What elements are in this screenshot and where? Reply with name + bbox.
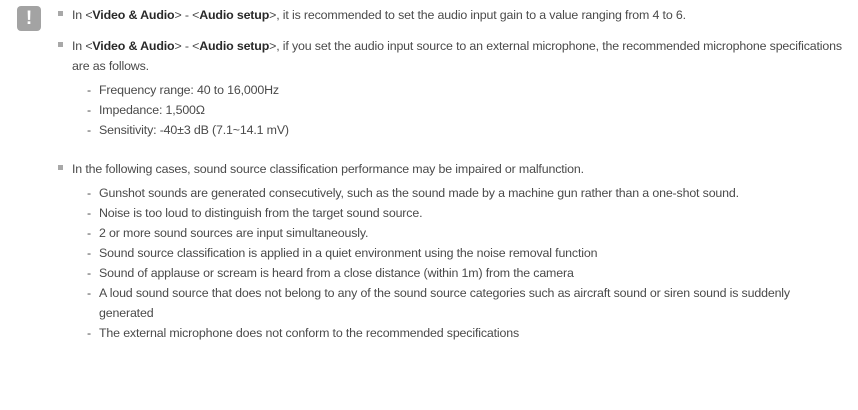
bullet-text: In <Video & Audio> - <Audio setup>, it i… — [72, 8, 686, 22]
menu-path-audio-setup: Audio setup — [199, 8, 270, 22]
list-item: In the following cases, sound source cla… — [57, 159, 847, 343]
sub-item: Sound of applause or scream is heard fro… — [87, 263, 847, 283]
menu-path-audio-setup: Audio setup — [199, 39, 270, 53]
mic-spec-list: Frequency range: 40 to 16,000Hz Impedanc… — [72, 80, 847, 140]
bullet-text: In the following cases, sound source cla… — [72, 162, 584, 176]
list-item: In <Video & Audio> - <Audio setup>, if y… — [57, 36, 847, 140]
sub-item: The external microphone does not conform… — [87, 323, 847, 343]
sub-item: Sound source classification is applied i… — [87, 243, 847, 263]
menu-path-video-audio: Video & Audio — [92, 8, 175, 22]
list-item: In <Video & Audio> - <Audio setup>, it i… — [57, 5, 686, 25]
sub-item: Impedance: 1,500Ω — [87, 100, 847, 120]
sub-item: A loud sound source that does not belong… — [87, 283, 847, 323]
sub-item: Noise is too loud to distinguish from th… — [87, 203, 847, 223]
sub-item: 2 or more sound sources are input simult… — [87, 223, 847, 243]
sub-item: Sensitivity: -40±3 dB (7.1~14.1 mV) — [87, 120, 847, 140]
exclamation-glyph: ! — [25, 8, 33, 29]
exclamation-icon: ! — [17, 6, 41, 31]
bullet-text: In <Video & Audio> - <Audio setup>, if y… — [72, 39, 842, 73]
sub-item: Gunshot sounds are generated consecutive… — [87, 183, 847, 203]
case-list: Gunshot sounds are generated consecutive… — [72, 183, 847, 343]
sub-item: Frequency range: 40 to 16,000Hz — [87, 80, 847, 100]
menu-path-video-audio: Video & Audio — [92, 39, 175, 53]
